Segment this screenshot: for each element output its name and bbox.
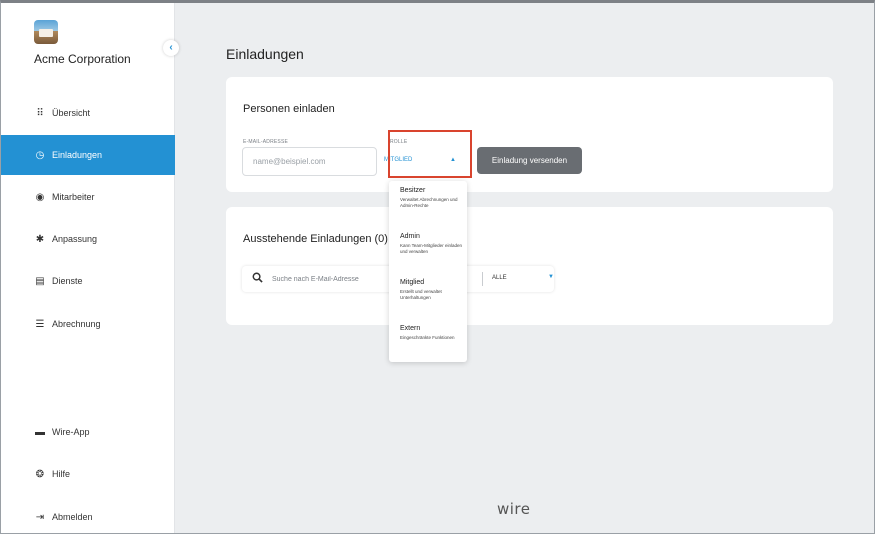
role-highlight-box — [388, 130, 472, 178]
sidebar-item-label: Abmelden — [52, 512, 93, 522]
org-name: Acme Corporation — [34, 52, 131, 66]
role-dropdown: Besitzer Verwaltet Abrechnungen und Admi… — [389, 181, 467, 362]
user-circle-icon: ◉ — [35, 191, 45, 203]
send-invitation-button[interactable]: Einladung versenden — [477, 147, 582, 174]
sidebar-item-uebersicht[interactable]: ⠿ Übersicht — [0, 93, 175, 133]
search-icon — [252, 272, 263, 286]
sidebar-item-label: Mitarbeiter — [52, 192, 95, 202]
role-option-desc: Erstellt und verwaltet Unterhaltungen — [400, 289, 442, 301]
pending-card-title: Ausstehende Einladungen (0) — [243, 233, 388, 245]
divider — [482, 272, 483, 286]
chat-icon: ▬ — [35, 426, 45, 438]
role-option-extern[interactable]: Extern Eingeschränkte Funktionen — [400, 325, 462, 341]
sidebar-item-label: Wire-App — [52, 427, 90, 437]
clock-icon: ◷ — [35, 149, 45, 161]
pending-card: Ausstehende Einladungen (0) ALLE ▼ — [226, 207, 833, 325]
sidebar-item-hilfe[interactable]: ❂ Hilfe — [0, 454, 175, 494]
role-option-besitzer[interactable]: Besitzer Verwaltet Abrechnungen und Admi… — [400, 187, 462, 209]
page-title: Einladungen — [226, 46, 304, 62]
email-label: E-MAIL-ADRESSE — [243, 139, 289, 145]
email-field[interactable] — [242, 147, 377, 176]
sidebar-item-abrechnung[interactable]: ☰ Abrechnung — [0, 304, 175, 344]
list-icon: ☰ — [35, 318, 45, 330]
sidebar-item-anpassung[interactable]: ✱ Anpassung — [0, 219, 175, 259]
calendar-icon: ▤ — [35, 275, 45, 287]
sidebar-item-label: Einladungen — [52, 150, 103, 160]
role-option-admin[interactable]: Admin Kann Team-Mitglieder einladen und … — [400, 233, 462, 255]
sidebar-item-label: Anpassung — [52, 234, 98, 244]
role-option-title: Mitglied — [400, 279, 425, 286]
role-option-title: Extern — [400, 325, 421, 332]
sidebar-item-mitarbeiter[interactable]: ◉ Mitarbeiter — [0, 177, 175, 217]
role-option-mitglied[interactable]: Mitglied Erstellt und verwaltet Unterhal… — [400, 279, 462, 301]
sidebar-item-einladungen[interactable]: ◷ Einladungen — [0, 135, 175, 175]
grid-icon: ⠿ — [36, 107, 44, 119]
sidebar-item-label: Hilfe — [52, 469, 71, 479]
invite-card: Personen einladen E-MAIL-ADRESSE ROLLE M… — [226, 77, 833, 192]
role-option-desc: Verwaltet Abrechnungen und Admin-Rechte — [400, 197, 458, 209]
sidebar-item-abmelden[interactable]: ⇥ Abmelden — [0, 497, 175, 534]
caret-down-icon[interactable]: ▼ — [548, 274, 554, 280]
sidebar-item-label: Abrechnung — [52, 319, 101, 329]
status-filter-value[interactable]: ALLE — [492, 275, 507, 281]
sidebar-item-wire-app[interactable]: ▬ Wire-App — [0, 412, 175, 452]
role-option-title: Admin — [400, 233, 420, 240]
wire-logo: wire — [497, 500, 531, 518]
sidebar-item-dienste[interactable]: ▤ Dienste — [0, 261, 175, 301]
sidebar: Acme Corporation ‹ ⠿ Übersicht ◷ Einladu… — [0, 0, 179, 534]
org-logo — [34, 20, 58, 44]
role-option-desc: Eingeschränkte Funktionen — [400, 335, 455, 340]
sidebar-item-label: Dienste — [52, 276, 83, 286]
logout-icon: ⇥ — [35, 511, 45, 523]
gear-icon: ✱ — [35, 233, 45, 245]
chevron-left-icon[interactable]: ‹ — [163, 40, 179, 56]
role-option-desc: Kann Team-Mitglieder einladen und verwal… — [400, 243, 462, 255]
sidebar-item-label: Übersicht — [52, 108, 91, 118]
help-icon: ❂ — [35, 468, 45, 480]
role-option-title: Besitzer — [400, 187, 426, 194]
invite-card-title: Personen einladen — [243, 103, 335, 115]
